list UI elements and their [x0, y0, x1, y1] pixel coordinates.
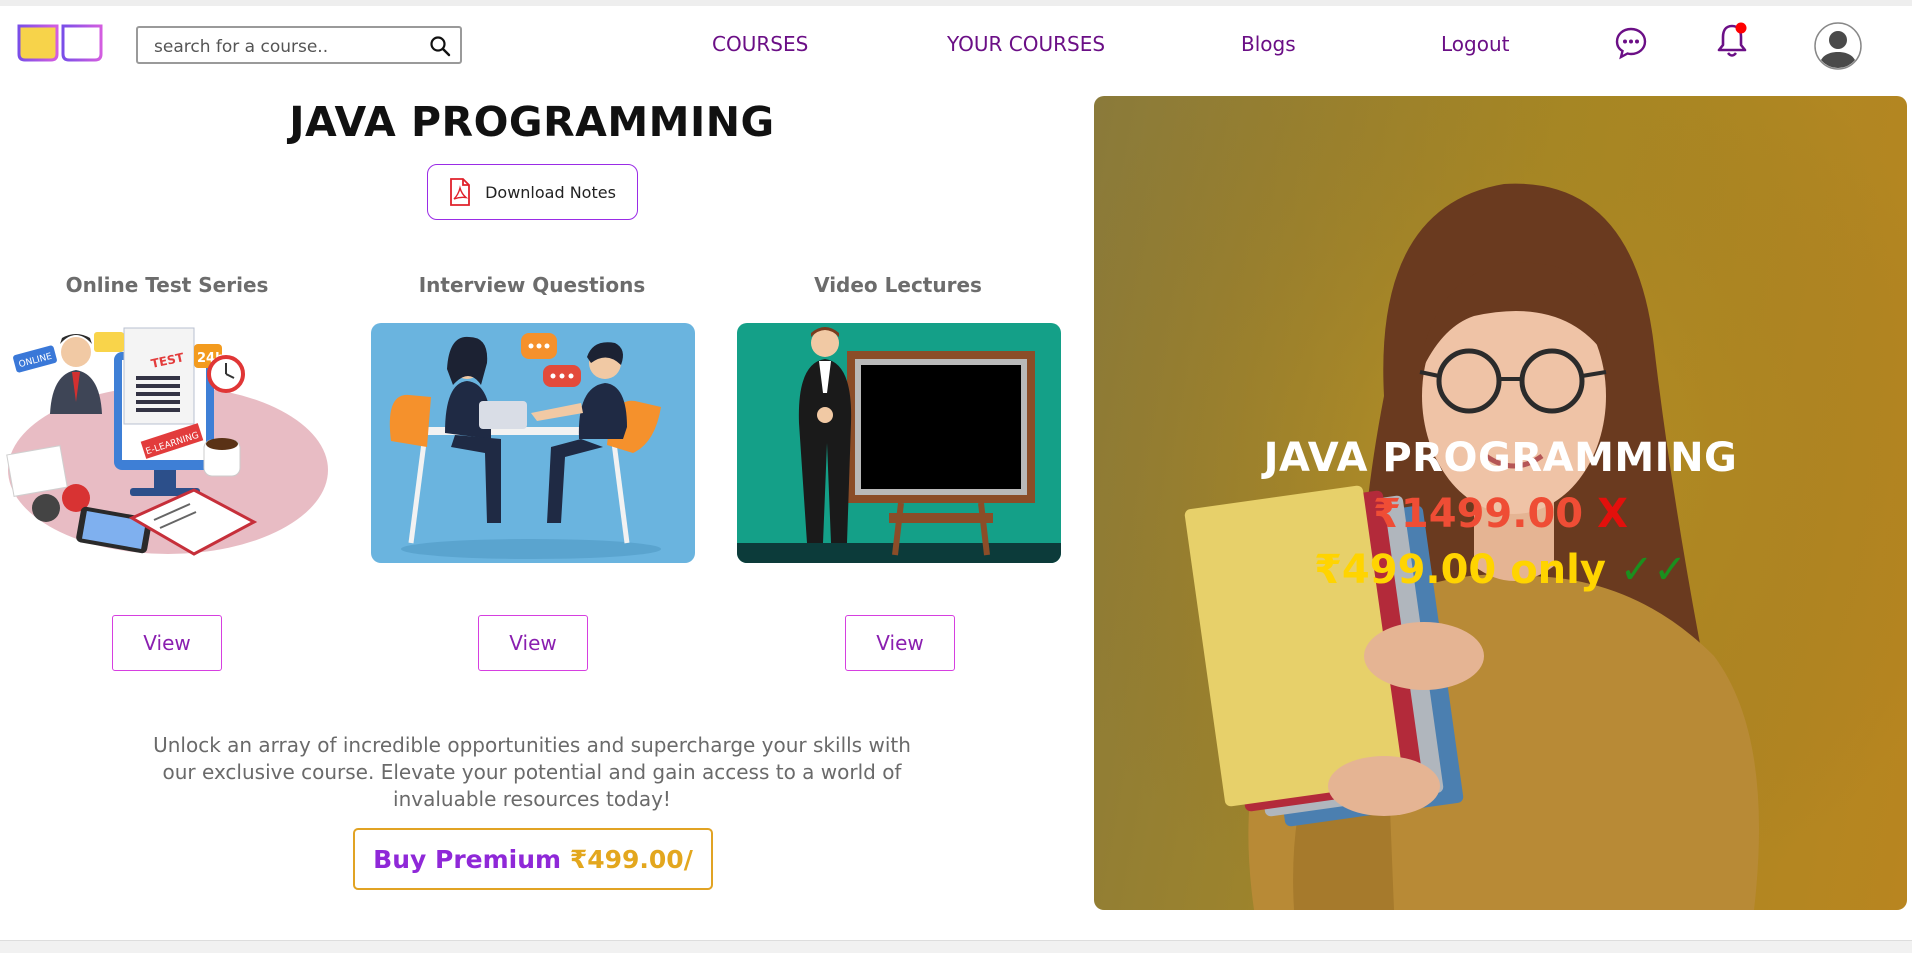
nav-blogs[interactable]: Blogs — [1241, 32, 1296, 56]
view-video-lectures-button[interactable]: View — [845, 615, 955, 671]
check-mark-icon: ✓✓ — [1619, 547, 1687, 593]
buy-premium-button[interactable]: Buy Premium ₹499.00/ — [353, 828, 713, 890]
hero-old-price: ₹1499.00 X — [1094, 486, 1907, 542]
search-box — [136, 26, 462, 64]
download-notes-label: Download Notes — [485, 182, 616, 202]
view-online-test-series-button[interactable]: View — [112, 615, 222, 671]
nav-courses[interactable]: COURSES — [712, 32, 808, 56]
promo-text: Unlock an array of incredible opportunit… — [153, 733, 911, 811]
hero-title: JAVA PROGRAMMING — [1263, 435, 1738, 481]
view-interview-questions-button[interactable]: View — [478, 615, 588, 671]
card-label-video-lectures: Video Lectures — [814, 273, 982, 297]
hero-new-price-value: ₹499.00 only — [1314, 547, 1606, 593]
hero-old-price-value: ₹1499.00 — [1373, 491, 1584, 537]
course-title: JAVA PROGRAMMING — [289, 98, 775, 146]
search-icon[interactable] — [428, 34, 452, 58]
cross-mark-icon: X — [1597, 491, 1628, 537]
buy-premium-label: Buy Premium — [373, 844, 562, 874]
chat-icon[interactable] — [1614, 26, 1648, 60]
hero-banner: JAVA PROGRAMMING ₹1499.00 X ₹499.00 only… — [1094, 96, 1907, 910]
logo-icon[interactable] — [17, 24, 103, 62]
hero-overlay: JAVA PROGRAMMING ₹1499.00 X ₹499.00 only… — [1094, 430, 1907, 598]
download-notes-button[interactable]: Download Notes — [427, 164, 638, 220]
bell-icon[interactable] — [1714, 20, 1750, 60]
nav-logout[interactable]: Logout — [1441, 32, 1509, 56]
hero-new-price: ₹499.00 only ✓✓ — [1094, 542, 1907, 598]
pdf-icon — [450, 178, 470, 206]
online-test-illustration[interactable]: TEST E-LEARNING ONLINE 24h — [4, 322, 328, 562]
top-border — [0, 0, 1912, 6]
avatar-icon[interactable] — [1813, 21, 1863, 71]
interview-questions-illustration[interactable] — [371, 323, 695, 563]
card-label-interview-questions: Interview Questions — [418, 273, 646, 297]
nav-your-courses[interactable]: YOUR COURSES — [947, 32, 1105, 56]
video-lectures-illustration[interactable] — [737, 323, 1061, 563]
card-label-online-test-series: Online Test Series — [65, 273, 269, 297]
search-input[interactable] — [152, 35, 426, 59]
notification-dot-icon — [1735, 22, 1747, 34]
buy-premium-price: ₹499.00/ — [569, 844, 693, 874]
bottom-border — [0, 940, 1912, 953]
